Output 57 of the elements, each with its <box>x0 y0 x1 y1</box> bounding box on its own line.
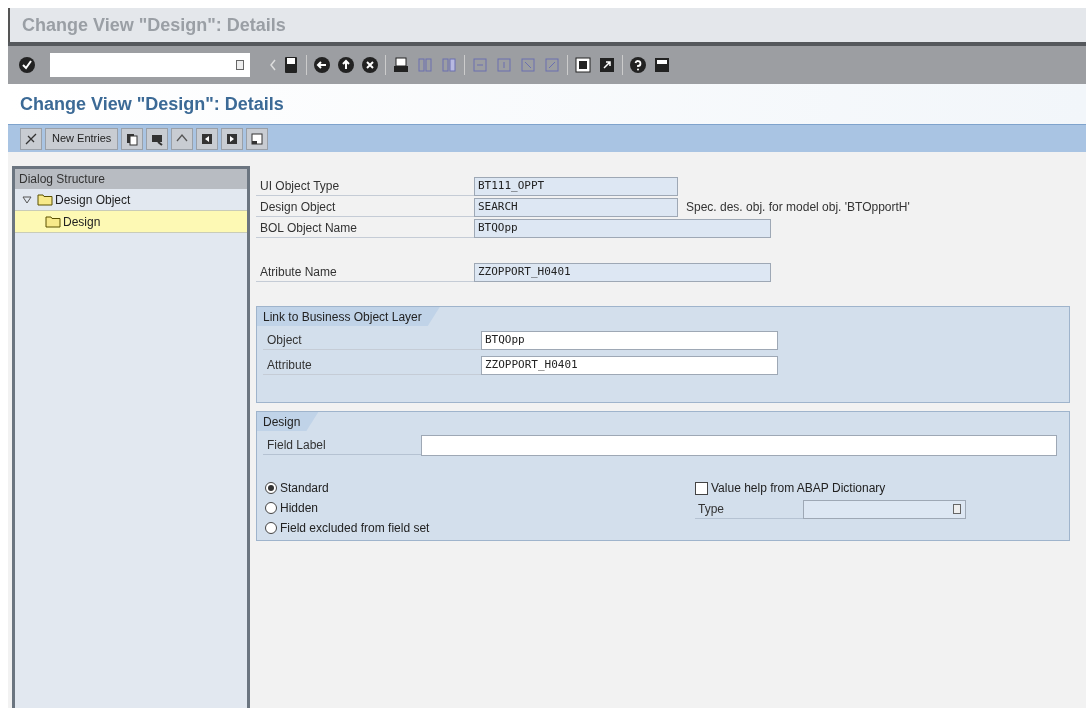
group-title: Link to Business Object Layer <box>257 307 440 326</box>
text-field[interactable]: BTQOpp <box>474 218 771 238</box>
field-label: Attribute <box>263 355 481 375</box>
printer-icon[interactable] <box>392 56 410 74</box>
field-label: UI Object Type <box>256 176 474 196</box>
text-field[interactable]: ZZOPPORT_H0401 <box>474 262 771 282</box>
folder-icon <box>37 193 53 206</box>
help-icon[interactable] <box>629 56 647 74</box>
back-icon[interactable] <box>313 56 331 74</box>
radio-button[interactable] <box>265 502 277 514</box>
display-change-button[interactable] <box>20 127 42 150</box>
field-label: BOL Object Name <box>256 218 474 238</box>
radio-button[interactable] <box>265 482 277 494</box>
shortcut-icon[interactable] <box>598 56 616 74</box>
radio-label: Hidden <box>280 500 319 517</box>
tree-item-label: Design Object <box>55 191 131 209</box>
screen-title: Change View "Design": Details <box>20 92 284 116</box>
dropdown-icon[interactable] <box>236 60 244 70</box>
tree-item[interactable]: Design <box>15 211 247 233</box>
field-label: Atribute Name <box>256 262 474 282</box>
copy-button[interactable] <box>121 127 144 150</box>
cancel-icon[interactable] <box>361 56 379 74</box>
panel-header: Dialog Structure <box>15 169 247 189</box>
checkbox[interactable] <box>695 481 708 495</box>
group-title: Design <box>257 412 319 431</box>
window-title: Change View "Design": Details <box>22 13 286 37</box>
radio-label: Standard <box>280 480 329 497</box>
tree-item-label: Design <box>63 213 101 231</box>
next-icon <box>225 131 240 146</box>
previous-icon <box>200 131 215 146</box>
text-field[interactable]: ZZOPPORT_H0401 <box>481 355 778 375</box>
copy-icon <box>125 131 140 146</box>
field-label-input[interactable] <box>421 435 1057 456</box>
radio-button[interactable] <box>265 522 277 534</box>
up-icon[interactable] <box>337 56 355 74</box>
text-field[interactable]: SEARCH <box>474 197 678 217</box>
text-field[interactable]: BT111_OPPT <box>474 176 678 196</box>
delete-button[interactable] <box>146 127 169 150</box>
field-label: Object <box>263 330 481 350</box>
check-icon[interactable] <box>18 56 36 74</box>
text-field[interactable]: BTQOpp <box>481 330 778 350</box>
folder-icon <box>45 215 61 228</box>
previous-button[interactable] <box>196 127 219 150</box>
radio-label: Field excluded from field set <box>280 520 430 537</box>
select-button[interactable] <box>246 127 269 150</box>
next-button[interactable] <box>221 127 244 150</box>
checkbox-label: Value help from ABAP Dictionary <box>711 480 886 497</box>
expand-triangle-icon[interactable] <box>21 193 33 206</box>
field-label: Design Object <box>256 197 474 217</box>
command-field[interactable] <box>50 53 250 77</box>
field-description: Spec. des. obj. for model obj. 'BTOpportH' <box>686 199 910 216</box>
undo-button[interactable] <box>171 127 194 150</box>
window-icon[interactable] <box>574 56 592 74</box>
dropdown-icon[interactable] <box>953 504 961 514</box>
save-icon[interactable] <box>282 56 300 74</box>
new-entries-button[interactable]: New Entries <box>45 127 119 150</box>
arrow-left-icon <box>270 59 276 71</box>
